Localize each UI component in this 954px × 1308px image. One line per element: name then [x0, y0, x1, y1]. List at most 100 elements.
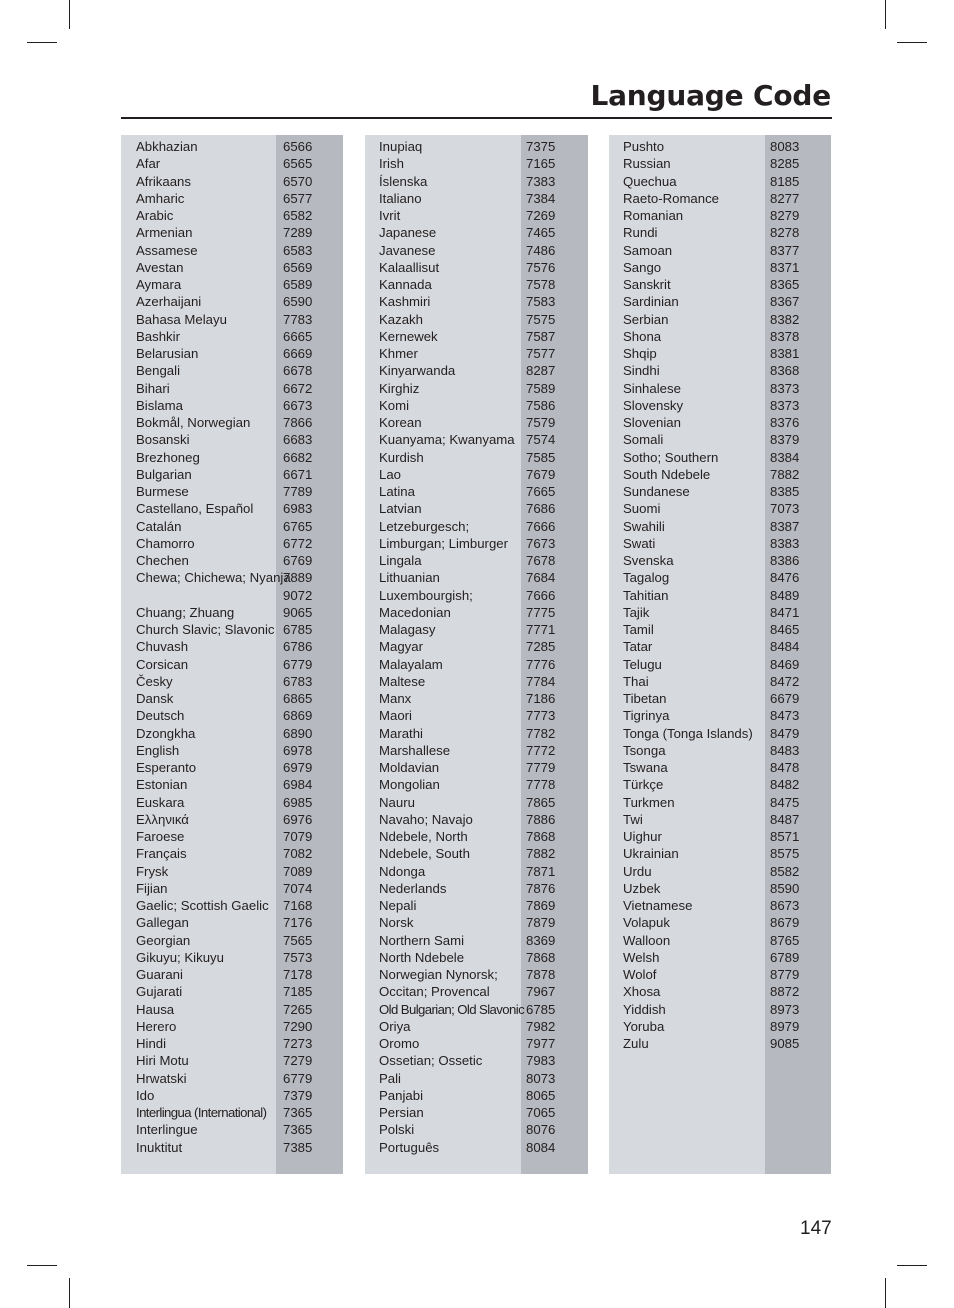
language-code: 8386 [770, 553, 800, 568]
language-code: 8469 [770, 656, 800, 672]
language-name: Romanian [623, 208, 684, 223]
language-name: Manx [379, 691, 412, 706]
language-code: 7165 [526, 156, 556, 172]
language-name: Tagalog [623, 570, 670, 586]
language-code: 7666 [526, 587, 556, 603]
language-code: 7074 [283, 880, 313, 896]
language-name: Letzeburgesch; [379, 518, 470, 534]
language-code: 8371 [770, 259, 800, 275]
language-name: Raeto-Romance [623, 190, 720, 206]
language-code: 6985 [283, 794, 313, 810]
language-name: Bihari [136, 380, 170, 396]
language-name: Yiddish [623, 1001, 666, 1017]
crop-mark-bottom-left-vertical [69, 1278, 71, 1308]
language-code: 8484 [770, 639, 800, 655]
crop-mark-top-left-horizontal [27, 42, 57, 44]
language-code: 6589 [283, 277, 313, 292]
language-name: Amharic [136, 190, 185, 206]
language-name: Estonian [136, 777, 188, 793]
language-code: 6869 [283, 708, 313, 724]
language-code: 8365 [770, 277, 800, 292]
language-name: Kinyarwanda [379, 363, 456, 379]
language-code: 7065 [526, 1105, 556, 1120]
language-name: Norwegian Nynorsk; [379, 967, 498, 982]
language-name: Latvian [379, 501, 422, 517]
language-name: Česky [136, 673, 173, 689]
language-code: 8373 [770, 380, 800, 396]
language-code: 7789 [283, 484, 313, 499]
language-code: 8487 [770, 811, 800, 827]
language-name: Guarani [136, 967, 183, 982]
language-code: 8083 [770, 139, 800, 154]
language-code: 7666 [526, 518, 556, 534]
language-name: Shqip [623, 346, 657, 361]
language-code: 7878 [526, 967, 556, 982]
language-code: 8473 [770, 708, 800, 724]
language-name: Français [136, 846, 187, 862]
language-code: 8472 [770, 673, 800, 689]
language-name: Maltese [379, 673, 426, 689]
language-code: 7779 [526, 760, 556, 775]
language-code: 6983 [283, 501, 313, 517]
language-name: Kashmiri [379, 294, 431, 310]
language-name: Oromo [379, 1036, 420, 1051]
language-name: Sinhalese [623, 380, 681, 396]
language-name: Inupiaq [379, 139, 423, 154]
language-name: Azerhaijani [136, 294, 202, 310]
language-name: Limburgan; Limburger [379, 535, 509, 551]
language-code: 7686 [526, 501, 556, 517]
language-code: 7375 [526, 139, 556, 154]
language-name: Yoruba [623, 1018, 665, 1034]
language-code: 7079 [283, 829, 313, 844]
language-name: Euskara [136, 794, 185, 810]
language-code: 7876 [526, 880, 556, 896]
language-code: 8373 [770, 397, 800, 413]
language-name: Tsonga [623, 742, 666, 758]
language-code: 6984 [283, 777, 313, 793]
language-name: Kernewek [379, 328, 438, 344]
language-name: Faroese [136, 829, 185, 844]
language-name: Telugu [623, 656, 662, 672]
page-number: 147 [800, 1218, 832, 1239]
language-code: 7168 [283, 898, 313, 913]
language-code: 6665 [283, 328, 313, 344]
language-code: 9065 [283, 604, 313, 620]
language-code: 7178 [283, 967, 313, 982]
language-name: Vietnamese [623, 898, 693, 913]
language-code: 7565 [283, 932, 313, 948]
language-code: 6769 [283, 553, 313, 568]
language-code: 8479 [770, 725, 800, 741]
language-name: Shona [623, 328, 662, 344]
language-code: 7977 [526, 1036, 556, 1051]
language-code: 8475 [770, 794, 800, 810]
language-code: 7889 [283, 570, 313, 586]
language-name: Oriya [379, 1018, 411, 1034]
language-name: Tibetan [623, 691, 667, 706]
language-code: 6669 [283, 346, 313, 361]
language-code: 7585 [526, 449, 556, 465]
language-name: Bosanski [136, 432, 190, 448]
language-name: Welsh [623, 949, 660, 965]
language-code: 6978 [283, 742, 313, 758]
language-name: Interlingua (International) [136, 1105, 267, 1120]
language-name: Afar [136, 156, 161, 172]
language-name: Tamil [623, 622, 654, 637]
language-code: 7365 [283, 1122, 313, 1138]
language-name: Arabic [136, 208, 174, 223]
language-name: Frysk [136, 863, 169, 879]
language-code: 8779 [770, 967, 800, 982]
language-code: 8084 [526, 1139, 556, 1155]
language-code: 6678 [283, 363, 313, 379]
language-name: Volapuk [623, 915, 670, 931]
crop-mark-top-left-vertical [69, 0, 71, 29]
language-name: Georgian [136, 932, 191, 948]
language-code: 6683 [283, 432, 313, 448]
language-name: Nepali [379, 898, 417, 913]
language-code: 8367 [770, 294, 800, 310]
language-name: Japanese [379, 225, 437, 241]
language-code: 8385 [770, 484, 800, 499]
language-name: Esperanto [136, 760, 197, 775]
language-code: 7589 [526, 380, 556, 396]
language-code: 8387 [770, 518, 800, 534]
language-code: 6673 [283, 397, 313, 413]
